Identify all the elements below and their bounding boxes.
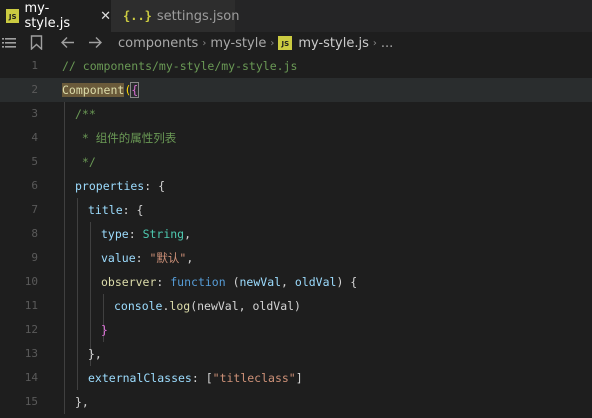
- line-number: 5: [31, 155, 38, 168]
- parameter: oldVal: [294, 275, 337, 289]
- code-text: Component({: [62, 78, 140, 102]
- punctuation: :: [135, 251, 150, 265]
- line-number: 11: [24, 299, 38, 312]
- line-number: 6: [31, 179, 38, 192]
- punctuation: ) {: [336, 275, 358, 289]
- string-value: "默认": [149, 251, 187, 265]
- code-text: /**: [75, 107, 96, 121]
- line-number: 10: [24, 275, 38, 288]
- code-text: },: [88, 347, 102, 361]
- string-value: "titleclass": [212, 371, 296, 385]
- breadcrumb-more[interactable]: ...: [381, 36, 393, 51]
- code-line-4: 4 * 组件的属性列表: [0, 126, 592, 150]
- line-number: 7: [31, 203, 38, 216]
- code-line-10: 10 observer: function (newVal, oldVal) {: [0, 270, 592, 294]
- breadcrumb-item-components[interactable]: components: [118, 36, 198, 51]
- tab-label: my-style.js: [24, 1, 71, 31]
- property-key: properties: [75, 179, 145, 193]
- punctuation: : {: [144, 179, 166, 193]
- javascript-file-icon: JS: [6, 9, 20, 23]
- breadcrumb: components › my-style › JS my-style.js ›…: [118, 32, 393, 54]
- code-line-1: 1 // components/my-style/my-style.js: [0, 54, 592, 78]
- chevron-right-icon: ›: [202, 37, 207, 49]
- json-file-icon: {..}: [123, 9, 152, 23]
- breadcrumb-item-file[interactable]: my-style.js: [298, 36, 369, 51]
- object-name: console: [114, 299, 163, 313]
- function-name: Component: [62, 83, 125, 97]
- line-number: 2: [31, 83, 38, 96]
- code-line-11: 11 console.log(newVal, oldVal): [0, 294, 592, 318]
- line-number: 4: [31, 131, 38, 144]
- chevron-right-icon: ›: [372, 37, 377, 49]
- breadcrumb-item-my-style[interactable]: my-style: [210, 36, 266, 51]
- line-number: 15: [24, 395, 38, 408]
- line-number: 8: [31, 227, 38, 240]
- code-text: observer: function (newVal, oldVal) {: [101, 270, 357, 294]
- type-value: String: [142, 227, 185, 241]
- punctuation: : [: [191, 371, 213, 385]
- property-key: type: [101, 227, 129, 241]
- method-name: log: [169, 299, 191, 313]
- code-line-2: 2 Component({: [0, 78, 592, 102]
- back-arrow-icon[interactable]: [60, 35, 75, 54]
- code-text: * 组件的属性列表: [75, 131, 177, 145]
- code-text: externalClasses: ["titleclass"]: [88, 366, 303, 390]
- parameter: newVal: [239, 275, 282, 289]
- bookmark-icon[interactable]: [30, 35, 43, 54]
- punctuation: ,: [281, 275, 295, 289]
- line-number: 9: [31, 251, 38, 264]
- code-text: type: String,: [101, 222, 191, 246]
- code-editor[interactable]: 1 // components/my-style/my-style.js 2 C…: [0, 54, 592, 418]
- code-line-12: 12 }: [0, 318, 592, 342]
- arguments: (newVal, oldVal): [190, 299, 301, 313]
- code-text: console.log(newVal, oldVal): [114, 294, 301, 318]
- punctuation: :: [156, 275, 171, 289]
- code-line-6: 6 properties: {: [0, 174, 592, 198]
- punctuation: ,: [184, 227, 192, 241]
- breadcrumb-bar: components › my-style › JS my-style.js ›…: [0, 32, 592, 54]
- code-text: }: [101, 323, 108, 337]
- code-text: },: [75, 395, 89, 409]
- tab-label: settings.json: [156, 8, 240, 24]
- brace: {: [130, 82, 140, 98]
- line-number: 1: [31, 59, 38, 72]
- line-number: 14: [24, 371, 38, 384]
- code-text: value: "默认",: [101, 246, 193, 270]
- punctuation: (: [225, 275, 240, 289]
- property-key: title: [88, 203, 123, 217]
- code-line-5: 5 */: [0, 150, 592, 174]
- tab-settings-json[interactable]: {..} settings.json: [111, 0, 239, 32]
- property-key: observer: [101, 275, 157, 289]
- property-key: value: [101, 251, 136, 265]
- code-line-15: 15 },: [0, 390, 592, 414]
- code-line-9: 9 value: "默认",: [0, 246, 592, 270]
- tab-my-style-js[interactable]: JS my-style.js ✕: [0, 0, 111, 32]
- property-key: externalClasses: [88, 371, 192, 385]
- line-number: 12: [24, 323, 38, 336]
- code-line-13: 13 },: [0, 342, 592, 366]
- punctuation: ,: [186, 251, 194, 265]
- close-icon[interactable]: ✕: [100, 9, 111, 24]
- keyword: function: [170, 275, 226, 289]
- code-text: */: [75, 155, 96, 169]
- punctuation: : {: [122, 203, 144, 217]
- javascript-file-icon: JS: [278, 36, 293, 50]
- code-line-3: 3 /**: [0, 102, 592, 126]
- chevron-right-icon: ›: [270, 37, 275, 49]
- code-text: properties: {: [75, 174, 165, 198]
- code-line-7: 7 title: {: [0, 198, 592, 222]
- code-line-14: 14 externalClasses: ["titleclass"]: [0, 366, 592, 390]
- code-text: title: {: [88, 198, 143, 222]
- forward-arrow-icon[interactable]: [88, 35, 103, 54]
- code-line-8: 8 type: String,: [0, 222, 592, 246]
- punctuation: ]: [295, 371, 303, 385]
- line-number: 3: [31, 107, 38, 120]
- tab-bar: JS my-style.js ✕ {..} settings.json: [0, 0, 592, 32]
- line-number: 13: [24, 347, 38, 360]
- punctuation: :: [128, 227, 143, 241]
- menu-lines-icon[interactable]: [2, 36, 16, 54]
- code-text: // components/my-style/my-style.js: [62, 59, 298, 73]
